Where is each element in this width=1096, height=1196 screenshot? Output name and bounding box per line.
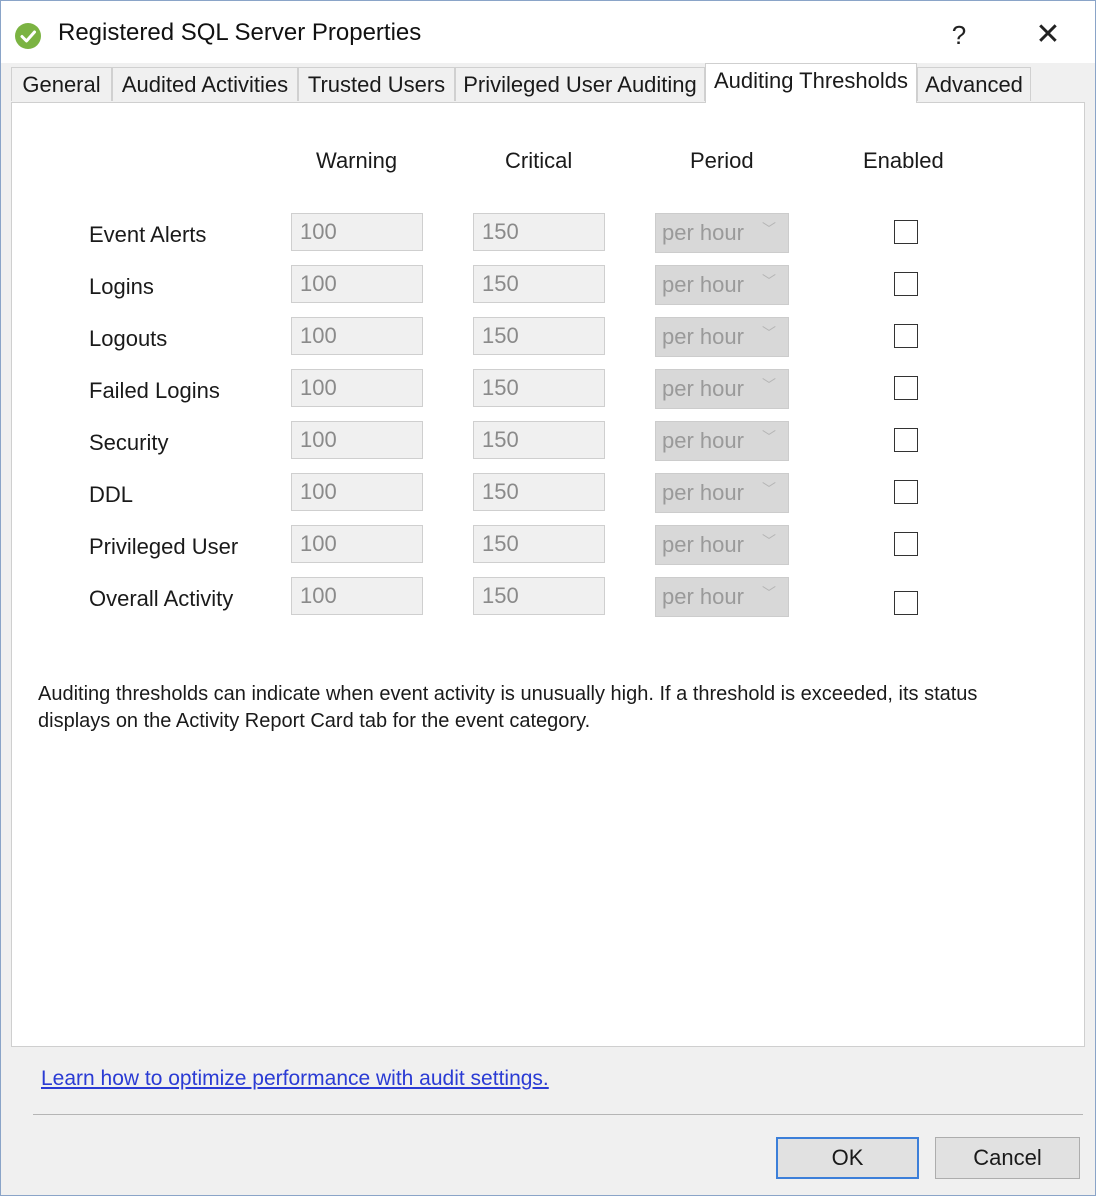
- tab-strip: General Audited Activities Trusted Users…: [11, 63, 1087, 103]
- tab-general[interactable]: General: [11, 67, 112, 101]
- period-value: per hour: [662, 272, 744, 297]
- period-select-security[interactable]: per hour ﹀: [655, 421, 789, 461]
- properties-dialog: Registered SQL Server Properties ? ✕ Gen…: [0, 0, 1096, 1196]
- column-header-period: Period: [690, 148, 754, 173]
- enabled-checkbox-overall-activity[interactable]: [894, 591, 918, 615]
- period-value: per hour: [662, 376, 744, 401]
- period-value: per hour: [662, 584, 744, 609]
- chevron-down-icon: ﹀: [762, 325, 776, 341]
- enabled-checkbox-logouts[interactable]: [894, 324, 918, 348]
- warning-input-ddl[interactable]: 100: [291, 473, 423, 511]
- warning-input-overall-activity[interactable]: 100: [291, 577, 423, 615]
- period-select-logouts[interactable]: per hour ﹀: [655, 317, 789, 357]
- row-label-logins: Logins: [89, 274, 154, 299]
- row-label-event-alerts: Event Alerts: [89, 222, 207, 247]
- window-title: Registered SQL Server Properties: [58, 19, 422, 46]
- period-select-overall-activity[interactable]: per hour ﹀: [655, 577, 789, 617]
- check-circle-icon: [15, 23, 41, 49]
- footer-divider: [33, 1114, 1083, 1115]
- ok-button[interactable]: OK: [776, 1137, 919, 1179]
- chevron-down-icon: ﹀: [762, 221, 776, 237]
- critical-input-failed-logins[interactable]: 150: [473, 369, 605, 407]
- title-bar: Registered SQL Server Properties ? ✕: [1, 1, 1095, 63]
- period-select-logins[interactable]: per hour ﹀: [655, 265, 789, 305]
- row-label-failed-logins: Failed Logins: [89, 378, 220, 403]
- chevron-down-icon: ﹀: [762, 377, 776, 393]
- enabled-checkbox-privileged-user[interactable]: [894, 532, 918, 556]
- tab-advanced[interactable]: Advanced: [917, 67, 1031, 101]
- tab-privileged-user-auditing[interactable]: Privileged User Auditing: [455, 67, 705, 101]
- period-value: per hour: [662, 480, 744, 505]
- warning-input-privileged-user[interactable]: 100: [291, 525, 423, 563]
- help-button[interactable]: ?: [939, 15, 979, 55]
- critical-input-ddl[interactable]: 150: [473, 473, 605, 511]
- period-select-event-alerts[interactable]: per hour ﹀: [655, 213, 789, 253]
- critical-input-security[interactable]: 150: [473, 421, 605, 459]
- period-select-failed-logins[interactable]: per hour ﹀: [655, 369, 789, 409]
- critical-input-logouts[interactable]: 150: [473, 317, 605, 355]
- close-button[interactable]: ✕: [1023, 15, 1073, 55]
- enabled-checkbox-ddl[interactable]: [894, 480, 918, 504]
- chevron-down-icon: ﹀: [762, 533, 776, 549]
- chevron-down-icon: ﹀: [762, 585, 776, 601]
- critical-input-event-alerts[interactable]: 150: [473, 213, 605, 251]
- period-select-privileged-user[interactable]: per hour ﹀: [655, 525, 789, 565]
- chevron-down-icon: ﹀: [762, 273, 776, 289]
- critical-input-overall-activity[interactable]: 150: [473, 577, 605, 615]
- enabled-checkbox-security[interactable]: [894, 428, 918, 452]
- row-label-privileged-user: Privileged User: [89, 534, 239, 559]
- column-header-warning: Warning: [316, 148, 398, 173]
- chevron-down-icon: ﹀: [762, 481, 776, 497]
- row-label-security: Security: [89, 430, 169, 455]
- period-value: per hour: [662, 428, 744, 453]
- tab-trusted-users[interactable]: Trusted Users: [298, 67, 455, 101]
- critical-input-privileged-user[interactable]: 150: [473, 525, 605, 563]
- enabled-checkbox-event-alerts[interactable]: [894, 220, 918, 244]
- critical-input-logins[interactable]: 150: [473, 265, 605, 303]
- period-value: per hour: [662, 324, 744, 349]
- column-header-critical: Critical: [505, 148, 573, 173]
- auditing-thresholds-panel: Warning Critical Period Enabled Event Al…: [11, 102, 1085, 1047]
- column-header-enabled: Enabled: [863, 148, 944, 173]
- period-value: per hour: [662, 532, 744, 557]
- enabled-checkbox-logins[interactable]: [894, 272, 918, 296]
- row-label-ddl: DDL: [89, 482, 134, 507]
- row-label-logouts: Logouts: [89, 326, 168, 351]
- tab-audited-activities[interactable]: Audited Activities: [112, 67, 298, 101]
- warning-input-logouts[interactable]: 100: [291, 317, 423, 355]
- close-icon: ✕: [1035, 18, 1061, 51]
- period-select-ddl[interactable]: per hour ﹀: [655, 473, 789, 513]
- chevron-down-icon: ﹀: [762, 429, 776, 445]
- row-label-overall-activity: Overall Activity: [89, 586, 234, 611]
- enabled-checkbox-failed-logins[interactable]: [894, 376, 918, 400]
- optimize-performance-link[interactable]: Learn how to optimize performance with a…: [41, 1067, 549, 1091]
- cancel-button[interactable]: Cancel: [935, 1137, 1080, 1179]
- thresholds-description: Auditing thresholds can indicate when ev…: [38, 683, 978, 732]
- warning-input-logins[interactable]: 100: [291, 265, 423, 303]
- period-value: per hour: [662, 220, 744, 245]
- warning-input-event-alerts[interactable]: 100: [291, 213, 423, 251]
- warning-input-failed-logins[interactable]: 100: [291, 369, 423, 407]
- warning-input-security[interactable]: 100: [291, 421, 423, 459]
- tab-auditing-thresholds[interactable]: Auditing Thresholds: [705, 63, 917, 103]
